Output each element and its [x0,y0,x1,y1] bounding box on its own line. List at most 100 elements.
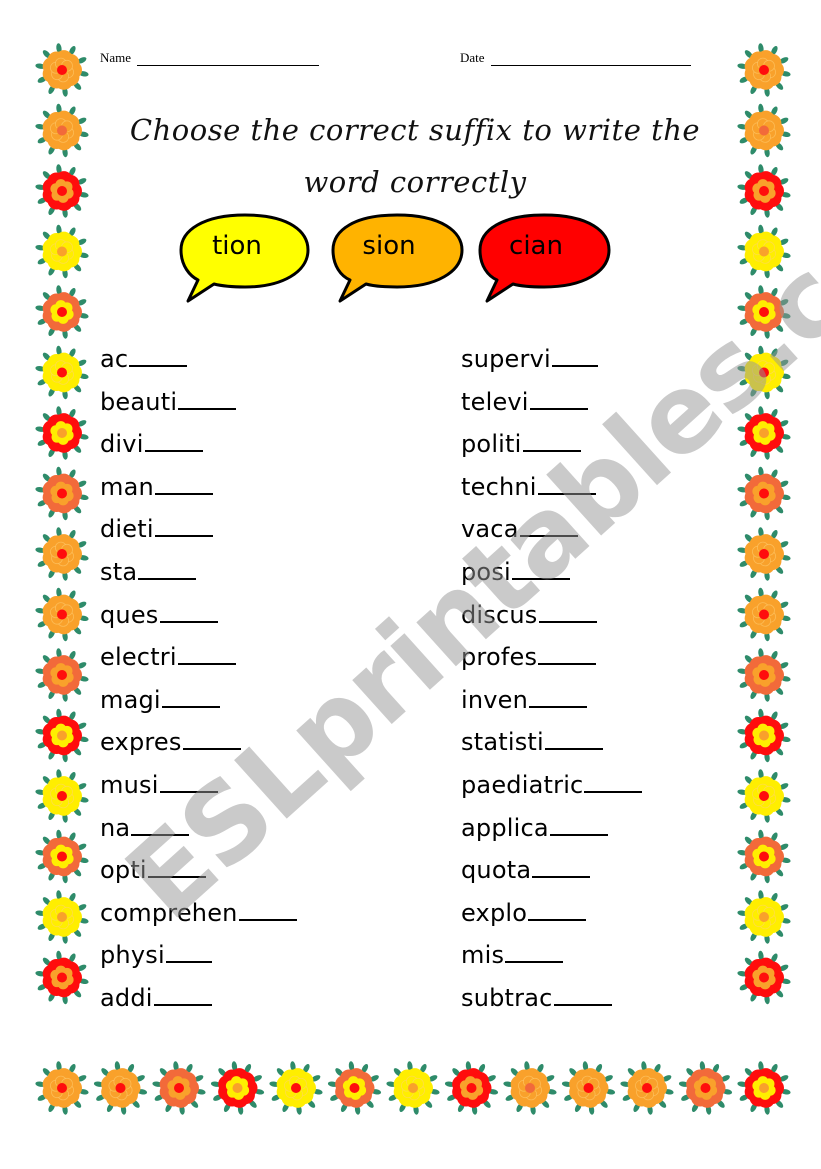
flower-icon [737,527,791,581]
answer-blank[interactable] [144,430,203,453]
word-stem: musi [100,770,159,799]
answer-blank[interactable] [159,601,218,623]
word-stem: posi [461,557,511,586]
flower-icon [35,164,89,218]
flower-icon [737,285,791,339]
answer-blank[interactable] [538,643,597,666]
flower-icon [737,224,791,279]
answer-blank[interactable] [165,941,212,964]
word-stem: comprehen [100,898,238,927]
word-stem: profes [461,643,538,672]
flower-icon [327,1061,382,1115]
answer-blank[interactable] [131,814,190,836]
word-stem: applica [461,813,549,842]
flower-icon [678,1061,733,1115]
date-field: Date [460,50,691,66]
word-stem: mis [461,941,505,970]
word-item: techni [461,466,642,509]
word-item: man [100,466,297,509]
worksheet-page: Name Date Choose the correct suffix to w… [0,0,821,1169]
word-item: supervi [461,338,642,381]
flower-icon [737,708,791,763]
word-stem: man [100,472,154,501]
answer-blank[interactable] [584,771,643,793]
answer-blank[interactable] [161,686,220,708]
word-item: dieti [100,508,297,551]
word-stem: na [100,813,131,842]
suffix-tion-label: tion [212,231,262,261]
word-item: applica [461,807,642,850]
word-stem: quota [461,856,532,885]
answer-blank[interactable] [505,941,564,964]
answer-blank[interactable] [511,558,570,580]
flower-icon [737,103,791,158]
answer-blank[interactable] [147,856,206,879]
word-item: physi [100,934,297,977]
word-stem: opti [100,856,147,885]
flower-icon [269,1061,323,1115]
answer-blank[interactable] [528,899,587,921]
answer-blank[interactable] [537,473,596,495]
answer-blank[interactable] [129,345,188,367]
word-item: opti [100,849,297,892]
answer-blank[interactable] [522,430,581,453]
date-line[interactable] [490,51,691,66]
word-item: musi [100,764,297,807]
suffix-cian-label: cian [509,231,563,261]
word-list-left: ac beauti divi man dieti sta ques electri magi ex… [100,338,297,1020]
flower-icon [35,103,89,158]
flower-icon [35,950,89,1005]
answer-blank[interactable] [532,856,591,879]
answer-blank[interactable] [238,899,297,921]
word-item: addi [100,977,297,1020]
word-stem: televi [461,387,529,416]
word-list-right: supervi televi politi techni vaca posi discus p… [461,338,643,1020]
answer-blank[interactable] [182,728,241,751]
word-stem: supervi [461,345,551,373]
name-line[interactable] [137,51,320,66]
flower-icon [35,466,89,521]
answer-blank[interactable] [529,388,588,410]
answer-blank[interactable] [553,984,612,1006]
answer-blank[interactable] [177,643,236,666]
word-item: vaca [461,508,642,551]
word-stem: explo [461,898,528,927]
flower-icon [737,466,791,521]
word-item: divi [100,423,297,466]
word-item: statisti [461,721,642,764]
answer-blank[interactable] [154,515,213,538]
answer-blank[interactable] [159,771,218,793]
answer-blank[interactable] [549,814,608,836]
word-stem: paediatric [461,770,584,799]
flower-icon [35,1061,89,1115]
flower-icon [93,1061,148,1115]
flower-icon [35,43,89,97]
word-item: magi [100,679,297,722]
answer-blank[interactable] [138,558,197,580]
flower-icon [737,769,791,823]
word-item: explo [461,892,642,935]
answer-blank[interactable] [519,515,578,538]
flower-icon [35,527,89,581]
word-item: televi [461,381,642,424]
answer-blank[interactable] [544,728,603,751]
flower-icon [35,224,89,279]
answer-blank[interactable] [529,686,588,708]
word-stem: politi [461,430,522,459]
word-stem: ac [100,345,129,373]
flower-icon [737,648,791,702]
answer-blank[interactable] [153,984,212,1006]
answer-blank[interactable] [551,345,598,367]
word-stem: electri [100,643,177,672]
word-stem: beauti [100,387,178,416]
answer-blank[interactable] [178,388,237,410]
answer-blank[interactable] [538,601,597,623]
answer-blank[interactable] [154,473,213,495]
word-stem: addi [100,983,153,1012]
title-line-2: word correctly [303,165,527,199]
word-item: sta [100,551,297,594]
word-item: profes [461,636,642,679]
flower-icon [210,1061,265,1115]
word-item: posi [461,551,642,594]
word-stem: inven [461,685,529,714]
